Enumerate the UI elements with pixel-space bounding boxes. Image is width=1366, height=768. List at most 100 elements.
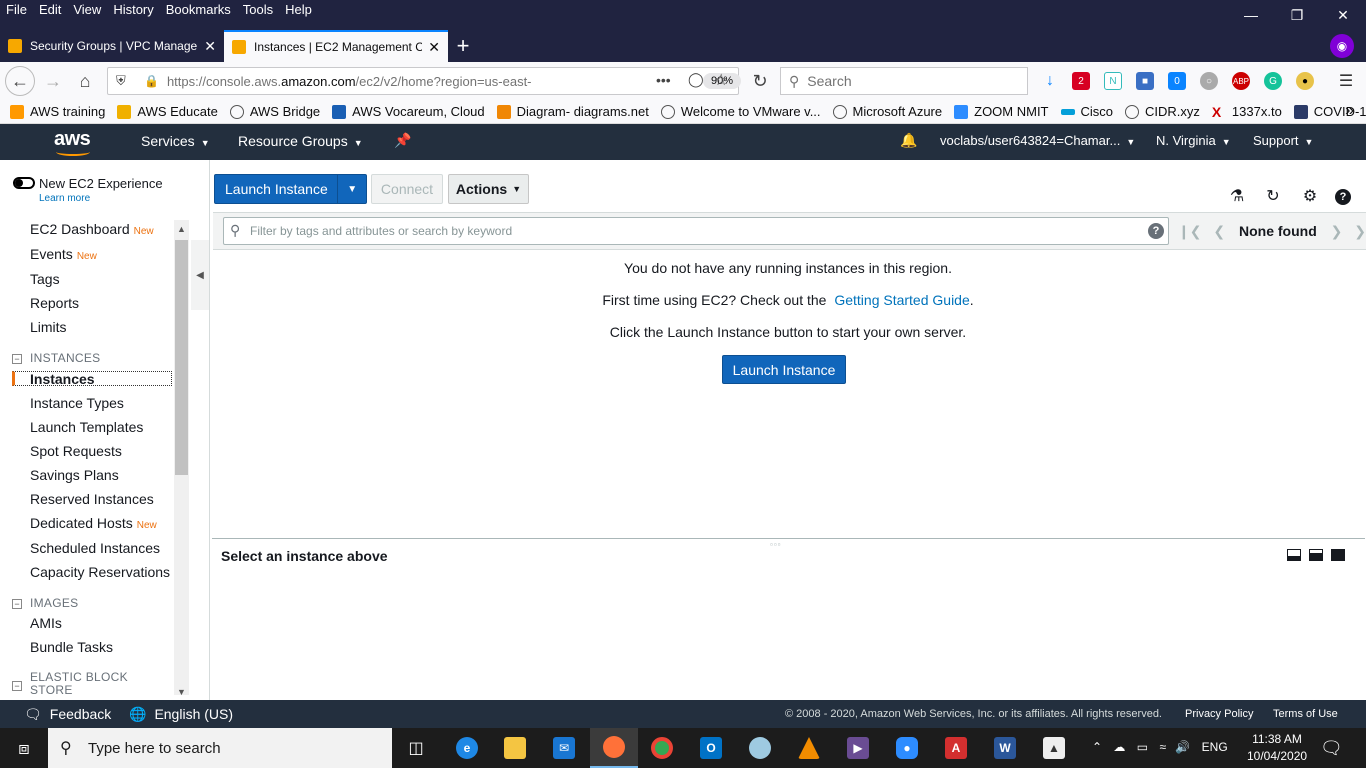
layout-bottom-full-icon[interactable] [1331,549,1345,561]
extension-blue-icon[interactable]: 0 [1168,72,1186,90]
bookmark-item[interactable]: Cisco [1060,104,1113,119]
settings-gear-icon[interactable]: ⚙ [1301,187,1319,205]
menu-help[interactable]: Help [279,0,318,22]
help-icon[interactable]: ? [1335,189,1351,205]
input-language[interactable]: ENG [1202,740,1228,754]
sidebar-item-instance-types[interactable]: Instance Types [30,395,124,411]
layout-bottom-half-icon[interactable] [1309,549,1323,561]
bookmark-item[interactable]: X 1337x.to [1212,104,1282,119]
sidebar-item-amis[interactable]: AMIs [30,615,62,631]
sidebar-item-events[interactable]: Events New [30,246,97,262]
bookmark-item[interactable]: AWS Vocareum, Cloud [332,104,485,119]
services-menu[interactable]: Services ▼ [141,133,210,149]
detail-pane-divider[interactable] [212,538,1365,539]
resize-handle-icon[interactable]: ▫▫▫ [770,540,782,549]
support-menu[interactable]: Support ▼ [1253,133,1313,148]
scroll-up-icon[interactable]: ▲ [177,224,186,234]
more-bookmarks-icon[interactable]: » [1345,102,1354,120]
mail-icon[interactable]: ✉ [540,728,588,768]
forward-button[interactable]: → [38,66,68,96]
new-tab-button[interactable]: + [448,30,478,62]
chrome-icon[interactable] [638,728,686,768]
refresh-icon[interactable]: ↻ [1264,187,1282,205]
back-button[interactable]: ← [5,66,35,96]
privacy-policy-link[interactable]: Privacy Policy [1185,708,1253,720]
bookmark-item[interactable]: AWS Educate [117,104,218,119]
collapse-instances-icon[interactable]: − [12,354,22,364]
menu-tools[interactable]: Tools [237,0,279,22]
photos-icon[interactable]: ▲ [1030,728,1078,768]
grammarly-icon[interactable]: G [1264,72,1282,90]
launch-dropdown-icon[interactable]: ▼ [337,175,366,203]
close-window-button[interactable]: ✕ [1320,0,1366,30]
connect-button[interactable]: Connect [371,174,443,204]
menu-file[interactable]: File [0,0,33,22]
word-icon[interactable]: W [981,728,1029,768]
extension-book-icon[interactable]: ■ [1136,72,1154,90]
extension-owl-icon[interactable]: ● [1296,72,1314,90]
sidebar-item-capacity-reservations[interactable]: Capacity Reservations [30,564,170,580]
aws-logo[interactable]: aws [54,128,91,156]
acrobat-icon[interactable]: A [932,728,980,768]
file-explorer-icon[interactable] [491,728,539,768]
bookmark-item[interactable]: CIDR.xyz [1125,104,1200,119]
getting-started-guide-link[interactable]: Getting Started Guide [834,292,969,308]
firefox-taskbar-icon[interactable] [590,728,638,768]
shield-icon[interactable]: ⛨ [116,73,126,89]
sidebar-item-dedicated-hosts[interactable]: Dedicated Hosts New [30,515,157,531]
sidebar-item-instances[interactable]: Instances [30,371,95,387]
lock-icon[interactable]: 🔒 [144,74,159,88]
hamburger-menu-icon[interactable]: ☰ [1337,72,1355,90]
launch-instance-button[interactable]: Launch Instance ▼ [214,174,367,204]
sidebar-item-bundle-tasks[interactable]: Bundle Tasks [30,639,113,655]
wifi-icon[interactable]: ≈ [1159,740,1166,754]
menu-bookmarks[interactable]: Bookmarks [160,0,237,22]
taskbar-search-box[interactable]: ⚲ Type here to search [48,728,392,768]
menu-view[interactable]: View [67,0,107,22]
scroll-down-icon[interactable]: ▼ [177,687,186,697]
close-tab-icon[interactable]: ✕ [428,39,440,56]
vlc-icon[interactable] [785,728,833,768]
bookmark-item[interactable]: Welcome to VMware v... [660,104,821,119]
next-page-icon[interactable]: ❯ [1331,223,1343,239]
web-search-box[interactable]: ⚲ Search [780,67,1028,95]
volume-icon[interactable]: 🔊 [1175,740,1190,754]
sidebar-item-launch-templates[interactable]: Launch Templates [30,419,143,435]
tab-instances[interactable]: Instances | EC2 Management Console ✕ [224,30,448,62]
paint-icon[interactable] [736,728,784,768]
new-experience-toggle[interactable] [13,177,35,189]
bookmark-item[interactable]: Diagram- diagrams.net [496,104,649,119]
tray-chevron-up-icon[interactable]: ⌃ [1092,740,1102,754]
sidebar-item-limits[interactable]: Limits [30,319,67,335]
launch-instance-center-button[interactable]: Launch Instance [722,355,846,384]
region-menu[interactable]: N. Virginia ▼ [1156,133,1231,148]
sidebar-item-reports[interactable]: Reports [30,295,79,311]
terms-of-use-link[interactable]: Terms of Use [1273,708,1338,720]
bookmark-item[interactable]: Microsoft Azure [832,104,942,119]
tab-security-groups[interactable]: Security Groups | VPC Management ✕ [0,30,224,62]
sidebar-item-savings-plans[interactable]: Savings Plans [30,467,119,483]
task-view-icon[interactable]: ◫ [392,728,440,768]
close-tab-icon[interactable]: ✕ [204,38,216,55]
taskbar-clock[interactable]: 11:38 AM 10/04/2020 [1247,731,1307,765]
prev-page-icon[interactable]: ❮ [1213,223,1225,239]
resource-groups-menu[interactable]: Resource Groups ▼ [238,133,363,149]
menu-edit[interactable]: Edit [33,0,67,22]
filter-input[interactable]: ⚲ Filter by tags and attributes or searc… [223,217,1169,245]
collapse-sidebar-button[interactable]: ◀ [191,240,209,310]
collapse-images-icon[interactable]: − [12,599,22,609]
extension-red-icon[interactable]: 2 [1072,72,1090,90]
language-selector[interactable]: 🌐 English (US) [129,706,233,723]
windows-start-icon[interactable]: ⧈ [0,728,48,768]
video-editor-icon[interactable]: ▶ [834,728,882,768]
collapse-ebs-icon[interactable]: − [12,681,22,691]
home-icon[interactable]: ⌂ [70,66,100,96]
battery-icon[interactable]: ▭ [1137,740,1148,754]
minimize-button[interactable]: — [1228,0,1274,30]
bookmark-item[interactable]: ZOOM NMIT [954,104,1049,119]
bookmark-item[interactable]: AWS training [10,104,105,119]
url-bar[interactable]: ⛨ 🔒 https://console.aws. amazon.com/ec2/v… [107,67,742,95]
sidebar-item-tags[interactable]: Tags [30,271,60,287]
adblock-icon[interactable]: ABP [1232,72,1250,90]
feedback-button[interactable]: 🗨 Feedback [24,706,111,723]
